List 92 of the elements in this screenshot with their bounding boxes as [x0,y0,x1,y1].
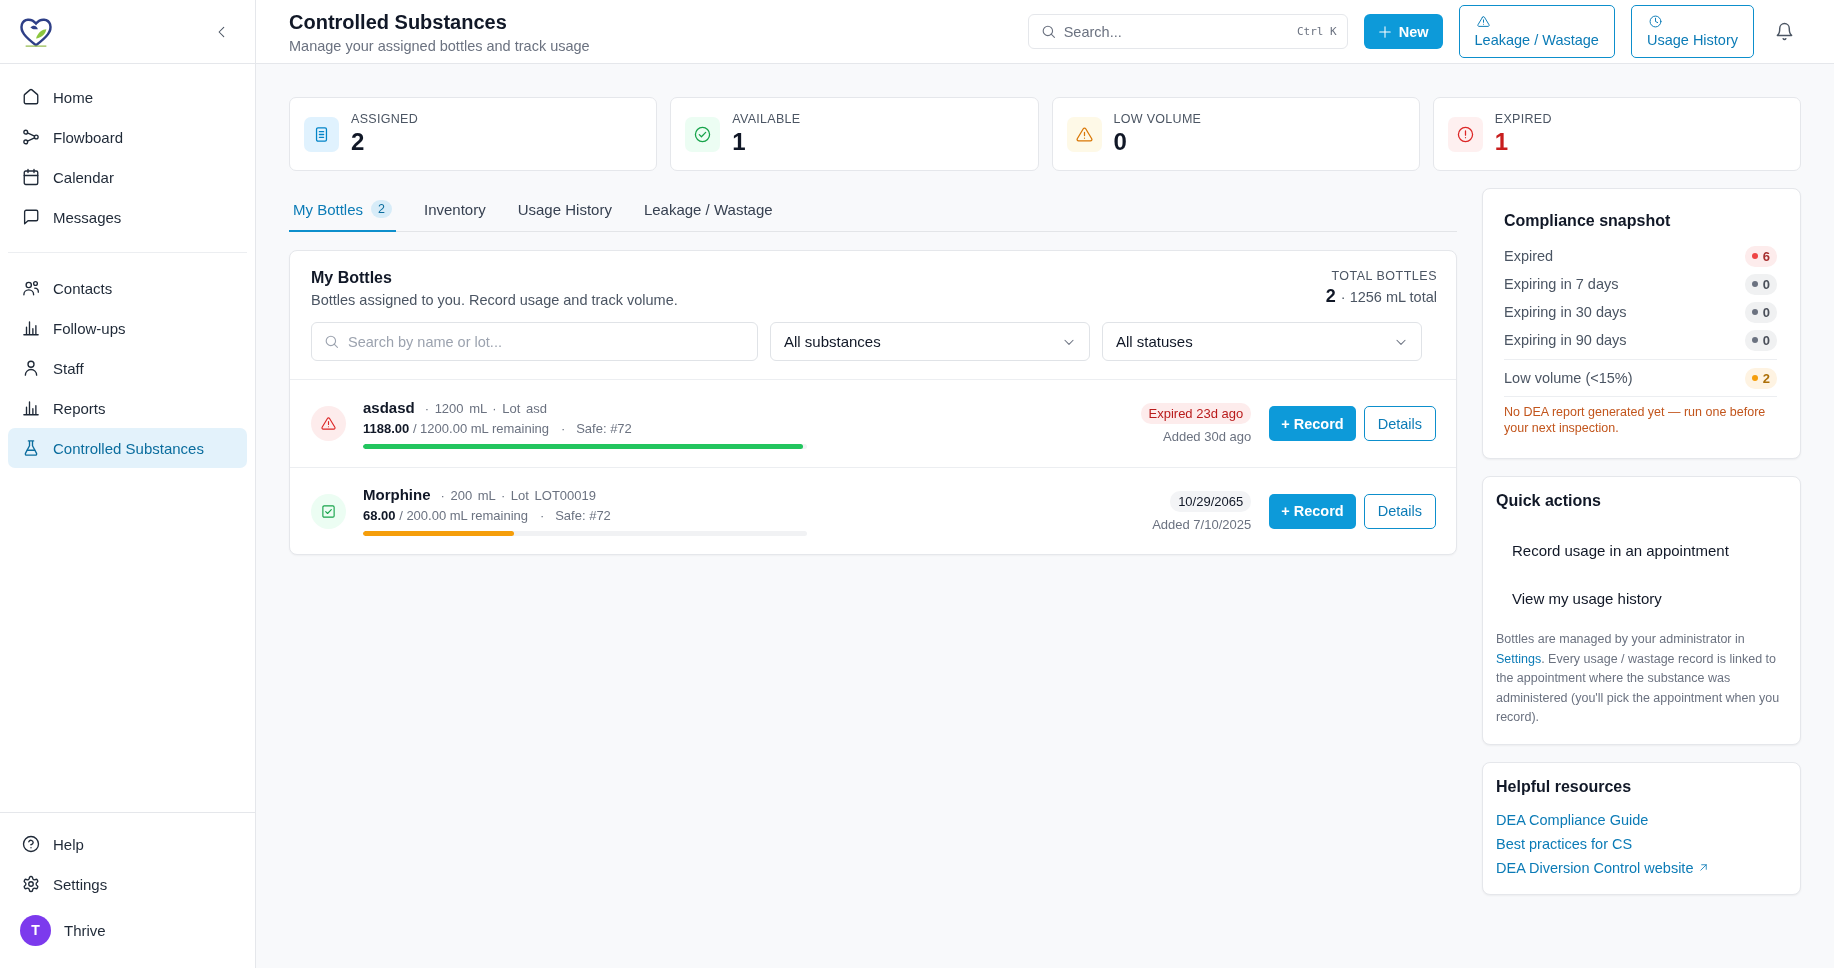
count-text: 0 [1762,304,1770,320]
chat-bubble-icon [22,208,40,226]
page-title: Controlled Substances [289,9,508,34]
leakage-wastage-button[interactable]: Leakage / Wastage [1458,5,1615,58]
document-icon [304,116,339,152]
usage-history-button[interactable]: Usage History [1630,5,1754,58]
nav-item[interactable]: Calendar [8,157,247,197]
calendar-icon [22,168,40,186]
count-text: 2 [1762,370,1770,386]
tab[interactable]: My Bottles 2 [289,188,396,232]
compliance-label: Expiring in 90 days [1504,332,1627,348]
compliance-label: Expiring in 7 days [1504,276,1619,292]
stat-label: ASSIGNED [351,112,418,126]
count-text: 6 [1762,248,1770,264]
user-icon [22,359,40,377]
question-circle-icon [22,835,40,853]
remaining-volume: 1188.00 / 1200.00 mL remaining [363,420,549,436]
total-count: 2 [1325,286,1336,307]
storage-location: · Safe: #72 [540,508,611,523]
stat-label: AVAILABLE [732,112,801,126]
nav-item[interactable]: Messages [8,197,247,237]
bar-chart-icon [22,319,40,337]
total-label: TOTAL BOTTLES [1331,269,1437,283]
help-note: Bottles are managed by your administrator in Settings. Every usage / wastage record is linked to the appointment where the substance was administered (you'll pick the appointment when you record). [1496,631,1781,726]
connected-nodes-icon [22,128,40,146]
home-icon [22,88,40,106]
page-subtitle: Manage your assigned bottles and track usage [289,37,590,54]
nav-item[interactable]: Reports [8,388,247,428]
bar-chart-icon [22,399,40,417]
stat-label: EXPIRED [1494,112,1552,126]
remaining-volume: 68.00 / 200.00 mL remaining [363,508,529,523]
search-icon [1040,24,1056,39]
card-title: Helpful resources [1496,777,1633,796]
nav-item[interactable]: Controlled Substances [8,428,247,468]
panel-subtitle: Bottles assigned to you. Record usage and track volume. [311,292,678,308]
flask-icon [22,439,40,457]
stat-value: 1 [1494,128,1510,156]
bottle-details: · 1200 mL · Lot asd [424,400,547,416]
quick-action-button[interactable]: Record usage in an appointment [1496,526,1788,574]
nav-item[interactable]: Follow-ups [8,308,247,348]
filter-dropdown[interactable]: All substances [770,322,1090,361]
storage-location: · Safe: #72 [561,420,632,436]
user-avatar[interactable]: T [20,914,51,946]
clock-icon [1648,15,1662,28]
count-badge: 2 [371,200,392,218]
expiry-badge: Expired 23d ago [1140,403,1252,424]
compliance-label: Expired [1504,248,1554,264]
tab[interactable]: Leakage / Wastage [639,188,777,232]
nav-item[interactable]: Settings [8,864,247,904]
added-date: Added 7/10/2025 [1152,516,1252,532]
details-button[interactable]: Details [1363,493,1436,529]
count-text: 0 [1762,332,1770,348]
warning-notice: No DEA report generated yet — run one before your next inspection. [1504,404,1767,436]
search-icon [324,334,339,349]
resource-link[interactable]: DEA Diversion Control website [1496,855,1710,880]
panel-title: My Bottles [311,269,393,287]
bottle-name: Morphine [363,486,431,503]
card-title: Compliance snapshot [1504,212,1672,230]
count-text: 0 [1762,276,1770,292]
settings-icon [22,875,40,893]
expiry-badge: 10/29/2065 [1170,490,1252,512]
bottle-name: asdasd [363,398,415,416]
details-button[interactable]: Details [1363,406,1436,441]
nav-item[interactable]: Contacts [8,268,247,308]
warning-triangle-icon [1476,15,1490,28]
shortcut-hint: Ctrl K [1296,25,1337,38]
card-title: Quick actions [1496,492,1602,510]
filter-dropdown[interactable]: All statuses [1102,322,1422,361]
users-icon [22,279,40,297]
resource-link[interactable]: Best practices for CS [1496,831,1633,856]
added-date: Added 30d ago [1163,429,1252,444]
tab[interactable]: Inventory [420,188,490,232]
search-field[interactable]: Search by name or lot... [311,322,758,361]
compliance-label: Low volume (<15%) [1504,370,1633,386]
plus-icon [1377,24,1392,39]
nav-item[interactable]: Help [8,824,247,864]
nav-item[interactable]: Staff [8,348,247,388]
bottle-details: · 200 mL · Lot LOT00019 [440,488,596,503]
stat-label: LOW VOLUME [1113,112,1202,126]
stat-value: 1 [732,128,747,156]
user-name: Thrive [64,921,106,939]
arrow-up-right-icon [1698,862,1710,873]
resource-link[interactable]: DEA Compliance Guide [1496,807,1649,832]
quick-action-button[interactable]: View my usage history [1496,574,1788,622]
total-volume: · 1256 mL total [1340,289,1437,305]
tab[interactable]: Usage History [513,188,616,232]
stat-value: 0 [1113,128,1128,156]
stat-value: 2 [351,128,366,156]
compliance-label: Expiring in 30 days [1504,304,1627,320]
nav-item[interactable]: Flowboard [8,117,247,157]
nav-item[interactable]: Home [8,77,247,117]
bell-icon[interactable] [1775,22,1794,41]
